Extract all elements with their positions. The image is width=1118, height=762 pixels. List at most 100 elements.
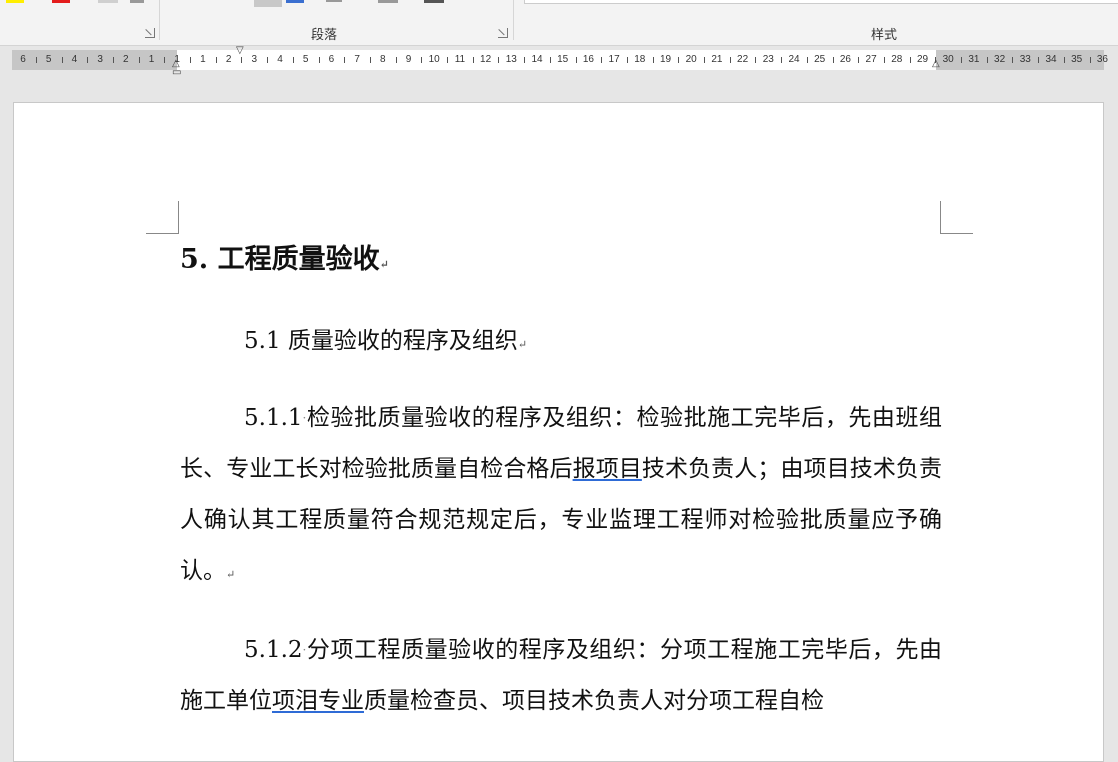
ruler-tick xyxy=(87,57,89,63)
paragraph-mark: ↵ xyxy=(226,568,236,581)
ruler-number: 3 xyxy=(251,54,258,65)
ruler-tick xyxy=(241,57,243,63)
ruler-number: 16 xyxy=(582,54,594,65)
heading-text: 5. 工程质量验收 xyxy=(180,244,380,275)
ruler-tick xyxy=(1089,57,1091,63)
ruler-tick xyxy=(344,57,346,63)
ruler-number: 5 xyxy=(302,54,309,65)
paragraph-mark: ↵ xyxy=(517,338,528,351)
ruler-number: 6 xyxy=(328,54,335,65)
ribbon: 段落 样式 xyxy=(0,0,1118,46)
paragraph-dialog-launcher-icon[interactable] xyxy=(498,28,508,38)
styles-group-label: 样式 xyxy=(871,28,898,43)
highlight-color-swatch[interactable] xyxy=(6,0,24,3)
ruler-number: 15 xyxy=(557,54,569,65)
left-indent-icon[interactable]: ▭ xyxy=(172,68,181,78)
ruler-tick xyxy=(909,57,911,63)
ruler-tick xyxy=(806,57,808,63)
ruler-tick xyxy=(524,57,526,63)
clause-number: 5.1.1 xyxy=(244,405,303,431)
ruler-tick xyxy=(472,57,474,63)
ruler-tick xyxy=(292,57,294,63)
ruler-tick xyxy=(498,57,500,63)
ruler-number: 20 xyxy=(685,54,697,65)
ruler-number: 10 xyxy=(428,54,440,65)
first-line-indent-icon[interactable]: ▽ xyxy=(236,46,244,56)
ruler-number: 2 xyxy=(123,54,129,65)
ruler-tick xyxy=(369,57,371,63)
ruler-tick xyxy=(267,57,269,63)
show-marks-button[interactable] xyxy=(378,0,398,3)
ruler-number: 17 xyxy=(608,54,620,65)
ruler-tick xyxy=(986,57,988,63)
shading-button[interactable] xyxy=(254,0,282,7)
ruler-number: 1 xyxy=(200,54,206,65)
ruler-number: 7 xyxy=(354,54,360,65)
ruler-tick xyxy=(961,57,963,63)
ruler-tick xyxy=(549,57,551,63)
ruler-tick xyxy=(678,57,680,63)
ruler-number: 14 xyxy=(531,54,543,65)
ruler-tick xyxy=(652,57,654,63)
ruler-number: 9 xyxy=(405,54,412,65)
ruler-number: 18 xyxy=(634,54,646,65)
ruler-tick xyxy=(61,57,63,63)
ruler-number: 4 xyxy=(277,54,283,65)
shading-icon[interactable] xyxy=(98,0,118,3)
ruler-number: 6 xyxy=(20,54,26,65)
ruler-tick xyxy=(601,57,603,63)
ruler-tick xyxy=(447,57,449,63)
style-gallery[interactable] xyxy=(524,0,1118,4)
ruler-tick xyxy=(832,57,834,63)
ruler-number: 25 xyxy=(814,54,826,65)
ruler-number: 12 xyxy=(480,54,492,65)
ruler-number: 23 xyxy=(762,54,774,65)
ruler-number: 1 xyxy=(148,54,155,65)
sort-button[interactable] xyxy=(326,0,342,2)
ruler-tick xyxy=(318,57,320,63)
ruler-number: 5 xyxy=(45,54,52,65)
spelling-underlined-text: 报项目 xyxy=(572,456,642,482)
clause-number: 5.1.2 xyxy=(244,637,303,663)
ruler-tick xyxy=(164,57,166,63)
ruler-number: 29 xyxy=(916,54,929,65)
ruler-tick xyxy=(138,57,140,63)
right-indent-icon[interactable]: △ xyxy=(932,59,940,69)
ruler-tick xyxy=(626,57,628,63)
horizontal-ruler[interactable]: 6 5 4 3 2 1 1 1 2 3 4 5 6 7 8 9 10 11 12 13 14 15 16 17 18 19 20 21… xyxy=(12,46,1108,78)
ruler-number: 26 xyxy=(839,54,851,65)
ruler-number: 4 xyxy=(71,54,78,65)
ruler-number: 30 xyxy=(942,54,954,65)
ruler-tick xyxy=(729,57,731,63)
text-boundary-corner xyxy=(146,201,179,234)
paragraph-5-1-2[interactable]: 5.1.2·分项工程质量验收的程序及组织：分项工程施工完毕后，先由施工单位项泪专… xyxy=(180,625,942,727)
spelling-underlined-text: 项泪专业 xyxy=(272,688,364,714)
ruler-tick xyxy=(421,57,423,63)
borders-button[interactable] xyxy=(286,0,304,3)
paragraph-mark: ↵ xyxy=(379,258,389,271)
enclose-char-icon[interactable] xyxy=(130,0,144,3)
ruler-tick xyxy=(1012,57,1014,63)
ruler-number: 2 xyxy=(225,54,232,65)
ruler-tick xyxy=(190,57,192,63)
ruler-tick xyxy=(858,57,860,63)
font-dialog-launcher-icon[interactable] xyxy=(145,28,155,38)
document-page[interactable]: 5. 工程质量验收↵ 5.1 质量验收的程序及组织↵ 5.1.1·检验批质量验收… xyxy=(13,102,1104,762)
ruler-number: 11 xyxy=(454,54,466,65)
ruler-tick xyxy=(575,57,577,63)
ruler-number: 19 xyxy=(659,54,672,65)
line-spacing-button[interactable] xyxy=(424,0,444,3)
font-color-swatch[interactable] xyxy=(52,0,70,3)
ruler-tick xyxy=(781,57,783,63)
subsection-heading[interactable]: 5.1 质量验收的程序及组织↵ xyxy=(244,321,527,355)
ruler-number: 27 xyxy=(865,54,877,65)
ruler-tick xyxy=(1063,57,1065,63)
ruler-number: 28 xyxy=(891,54,903,65)
paragraph-5-1-1[interactable]: 5.1.1·检验批质量验收的程序及组织：检验批施工完毕后，先由班组长、专业工长对… xyxy=(180,393,942,600)
ruler-number: 22 xyxy=(737,54,749,65)
ruler-tick xyxy=(883,57,885,63)
ruler-number: 21 xyxy=(711,54,723,65)
ruler-number: 36 xyxy=(1096,54,1108,65)
section-heading[interactable]: 5. 工程质量验收↵ xyxy=(180,237,389,276)
group-separator xyxy=(513,0,514,40)
